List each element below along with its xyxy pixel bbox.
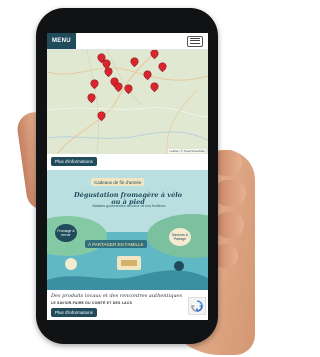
poster-bubble-left: Fromage & terroir xyxy=(55,224,77,242)
poster-footer-tag: À PARTAGER EN FAMILLE xyxy=(85,240,147,248)
map-attribution[interactable]: Leaflet | © OpenStreetMap xyxy=(168,149,206,153)
section-info-1: Plus d'informations xyxy=(47,154,208,170)
section-info-2: Plus d'informations xyxy=(47,297,208,319)
promo-poster[interactable]: Cadeaux de fin d'année Dégustation froma… xyxy=(47,170,208,290)
poster-tag: Cadeaux de fin d'année xyxy=(91,178,145,186)
hand-finger xyxy=(214,180,246,206)
more-info-button[interactable]: Plus d'informations xyxy=(51,157,97,166)
header-bar: MENU xyxy=(47,33,208,50)
poster-subline: Balades gourmandes au cœur de nos fruiti… xyxy=(92,204,166,208)
poster-illustration xyxy=(47,256,208,290)
section-caption: Des produits locaux et des rencontres au… xyxy=(51,293,183,299)
phone-screen: MENU Leaflet | © OpenStreetMap Plus d'in… xyxy=(47,33,208,320)
hamburger-icon[interactable] xyxy=(187,35,203,47)
recaptcha-icon xyxy=(191,300,203,312)
map-terrain xyxy=(47,50,208,154)
poster-bubble-right: Saveurs & Partage xyxy=(169,228,191,246)
menu-button[interactable]: MENU xyxy=(47,33,76,49)
hand-finger xyxy=(214,212,244,238)
map[interactable]: Leaflet | © OpenStreetMap xyxy=(47,50,208,154)
more-info-button[interactable]: Plus d'informations xyxy=(51,308,97,317)
recaptcha-badge[interactable] xyxy=(188,297,206,315)
